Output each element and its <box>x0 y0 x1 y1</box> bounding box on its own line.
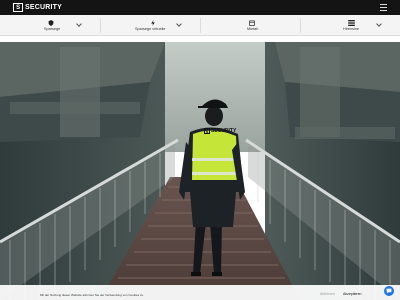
nav-item-sparsege[interactable]: Sparsege <box>0 15 100 36</box>
calendar-icon <box>248 20 255 26</box>
vest-logo-mark: S <box>204 128 210 134</box>
cookie-reject-link[interactable]: Ablehnen <box>320 292 335 296</box>
cookie-text: Mit der Nutzung dieser Website stimmen S… <box>40 293 144 297</box>
nav-label: Sparsege virtuelle <box>135 27 166 31</box>
top-bar: S SECURITY <box>0 0 400 15</box>
chat-button[interactable] <box>384 286 394 296</box>
chevron-down-icon[interactable] <box>376 21 382 27</box>
list-icon <box>348 20 355 26</box>
chevron-down-icon[interactable] <box>176 21 182 27</box>
vest-text: SECURITY <box>211 128 237 134</box>
nav-item-hirensine[interactable]: Hirensine <box>300 15 400 36</box>
chat-icon <box>386 288 392 294</box>
nav-label: Sparsege <box>44 27 61 31</box>
nav-item-virtuelle[interactable]: Sparsege virtuelle <box>100 15 200 36</box>
cookie-banner: Mit der Nutzung dieser Website stimmen S… <box>0 285 400 300</box>
hero-image: S SECURITY <box>0 42 400 300</box>
main-nav: Sparsege Sparsege virtuelle Mietah Hiren… <box>0 15 400 36</box>
lightning-icon <box>149 20 156 26</box>
nav-item-mietah[interactable]: Mietah <box>200 15 300 36</box>
nav-label: Hirensine <box>343 27 360 31</box>
logo-mark: S <box>13 3 23 12</box>
shield-icon <box>47 20 54 26</box>
vest-print: S SECURITY <box>204 128 236 134</box>
hamburger-icon[interactable] <box>380 4 387 11</box>
cookie-accept-link[interactable]: Akzeptieren <box>343 292 361 296</box>
chevron-down-icon[interactable] <box>76 21 82 27</box>
brand-logo[interactable]: S SECURITY <box>13 3 62 12</box>
nav-label: Mietah <box>247 27 259 31</box>
brand-name: SECURITY <box>25 4 62 11</box>
